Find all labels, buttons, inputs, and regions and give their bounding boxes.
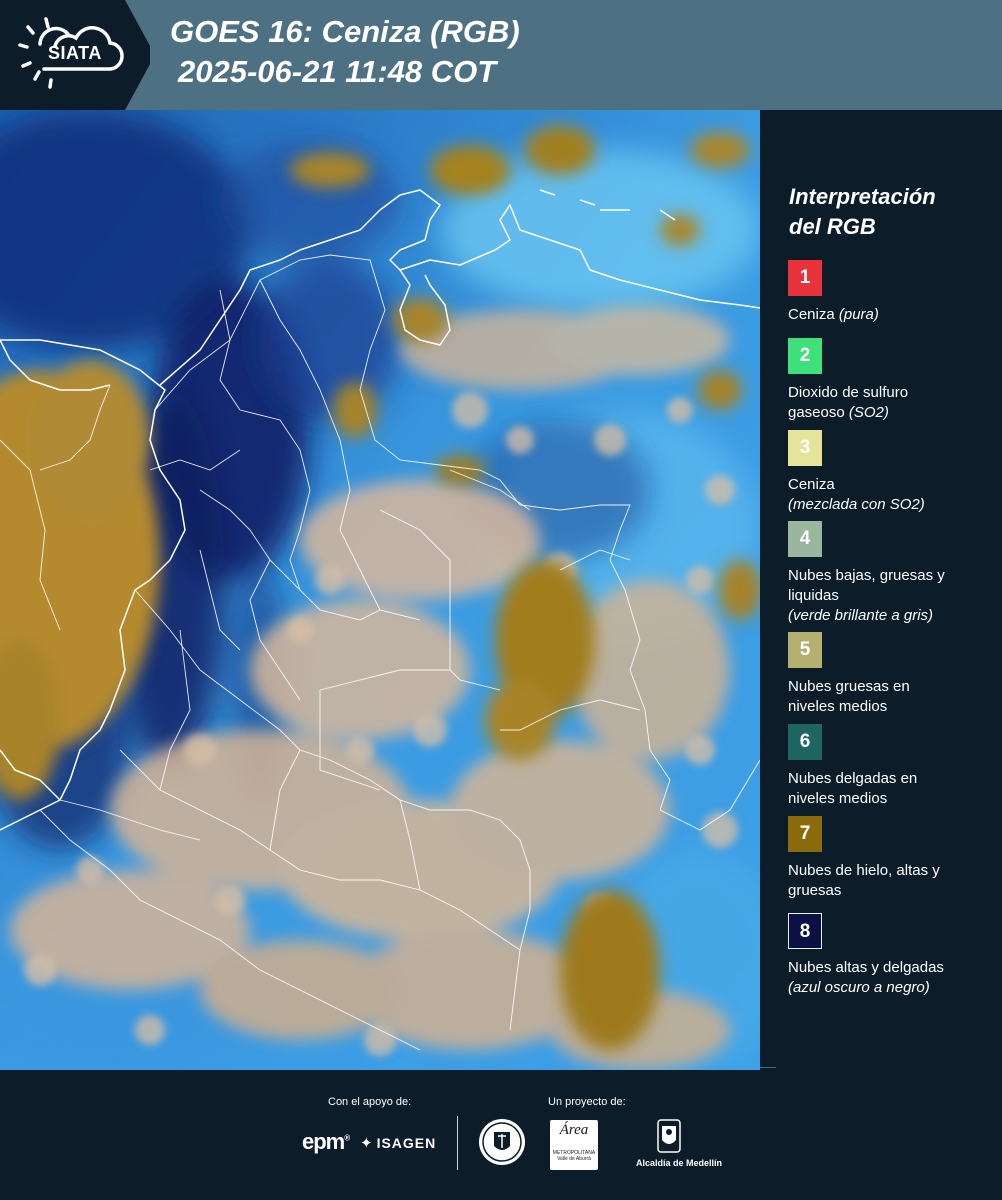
legend-item: 3 Ceniza (mezclada con SO2) bbox=[788, 430, 993, 515]
legend-item-label: Nubes gruesas en niveles medios bbox=[788, 678, 910, 715]
legend-swatch: 3 bbox=[788, 430, 822, 466]
legend-item: 8 Nubes altas y delgadas (azul oscuro a n… bbox=[788, 913, 993, 998]
legend-label-note: (pura) bbox=[838, 306, 879, 323]
isagen-logo[interactable]: ✦ ISAGEN bbox=[360, 1134, 436, 1152]
legend-label-text: Ceniza bbox=[788, 306, 835, 323]
legend-item-label: Nubes de hielo, altas y gruesas bbox=[788, 862, 940, 899]
legend-item-label: Ceniza (pura) bbox=[788, 305, 993, 325]
legend-item: 6 Nubes delgadas en niveles medios bbox=[788, 724, 993, 809]
isagen-logo-text: ISAGEN bbox=[376, 1135, 437, 1151]
legend-swatch: 5 bbox=[788, 632, 822, 668]
medellin-crest-icon bbox=[657, 1119, 681, 1153]
page-title: GOES 16: Ceniza (RGB) bbox=[170, 14, 520, 49]
legend-label-note: (azul oscuro a negro) bbox=[788, 979, 930, 996]
epm-logo[interactable]: epm® bbox=[302, 1129, 350, 1155]
legend-item-label: Nubes delgadas en niveles medios bbox=[788, 770, 918, 807]
legend-swatch: 1 bbox=[788, 260, 822, 296]
medellin-logo-text: Alcaldía de Medellín bbox=[636, 1158, 723, 1168]
project-label: Un proyecto de: bbox=[548, 1096, 626, 1108]
legend-swatch: 4 bbox=[788, 521, 822, 557]
footer-divider bbox=[457, 1116, 458, 1170]
legend-swatch: 6 bbox=[788, 724, 822, 760]
header-bar: SIATA GOES 16: Ceniza (RGB) 2025-06-21 1… bbox=[0, 0, 1002, 110]
university-seal-icon[interactable] bbox=[478, 1118, 526, 1166]
amva-logo-text: Área bbox=[559, 1122, 589, 1138]
legend-item-label: Ceniza (mezclada con SO2) bbox=[788, 475, 993, 515]
siata-logo[interactable]: SIATA bbox=[0, 0, 150, 110]
legend-swatch: 8 bbox=[788, 913, 822, 949]
satellite-map[interactable] bbox=[0, 110, 760, 1070]
legend-title-line1: Interpretación bbox=[789, 184, 936, 209]
legend-label-note: (verde brillante a gris) bbox=[788, 607, 934, 624]
legend-title: Interpretación del RGB bbox=[789, 182, 999, 242]
ash-rgb-image bbox=[0, 110, 760, 1070]
legend-item: 5 Nubes gruesas en niveles medios bbox=[788, 632, 993, 717]
isagen-mark-icon: ✦ bbox=[360, 1135, 374, 1152]
legend-label-text: Nubes bajas, gruesas y liquidas bbox=[788, 567, 945, 604]
legend-item: 1 Ceniza (pura) bbox=[788, 260, 993, 325]
legend-title-line2: del RGB bbox=[789, 214, 876, 239]
support-label: Con el apoyo de: bbox=[328, 1096, 412, 1108]
legend-swatch: 2 bbox=[788, 338, 822, 374]
legend-label-note: (mezclada con SO2) bbox=[788, 496, 925, 513]
alcaldia-medellin-logo[interactable]: Alcaldía de Medellín bbox=[636, 1118, 723, 1170]
legend-swatch: 7 bbox=[788, 816, 822, 852]
sponsors-footer: Con el apoyo de: Un proyecto de: epm® ✦ I… bbox=[0, 1070, 1002, 1200]
legend-item-label: Nubes altas y delgadas (azul oscuro a neg… bbox=[788, 958, 993, 998]
amva-logo-subtext: METROPOLITANA Valle de Aburrá bbox=[552, 1150, 596, 1162]
rgb-legend: Interpretación del RGB 1 Ceniza (pura) 2… bbox=[776, 110, 1002, 1070]
legend-item: 4 Nubes bajas, gruesas y liquidas (verde … bbox=[788, 521, 993, 626]
legend-label-note: (SO2) bbox=[848, 404, 889, 421]
epm-logo-text: epm bbox=[302, 1129, 345, 1154]
legend-item: 7 Nubes de hielo, altas y gruesas bbox=[788, 816, 993, 901]
area-metropolitana-logo[interactable]: Área METROPOLITANA Valle de Aburrá bbox=[550, 1120, 598, 1170]
legend-item-label: Nubes bajas, gruesas y liquidas (verde br… bbox=[788, 566, 993, 626]
siata-logo-text: SIATA bbox=[48, 43, 102, 63]
image-datetime: 2025-06-21 11:48 COT bbox=[178, 54, 497, 89]
map-divider-line bbox=[760, 1067, 776, 1068]
legend-label-text: Ceniza bbox=[788, 476, 835, 493]
legend-label-text: Nubes altas y delgadas bbox=[788, 959, 944, 976]
legend-item-label: Dioxido de sulfuro gaseoso (SO2) bbox=[788, 383, 968, 423]
legend-item: 2 Dioxido de sulfuro gaseoso (SO2) bbox=[788, 338, 993, 423]
